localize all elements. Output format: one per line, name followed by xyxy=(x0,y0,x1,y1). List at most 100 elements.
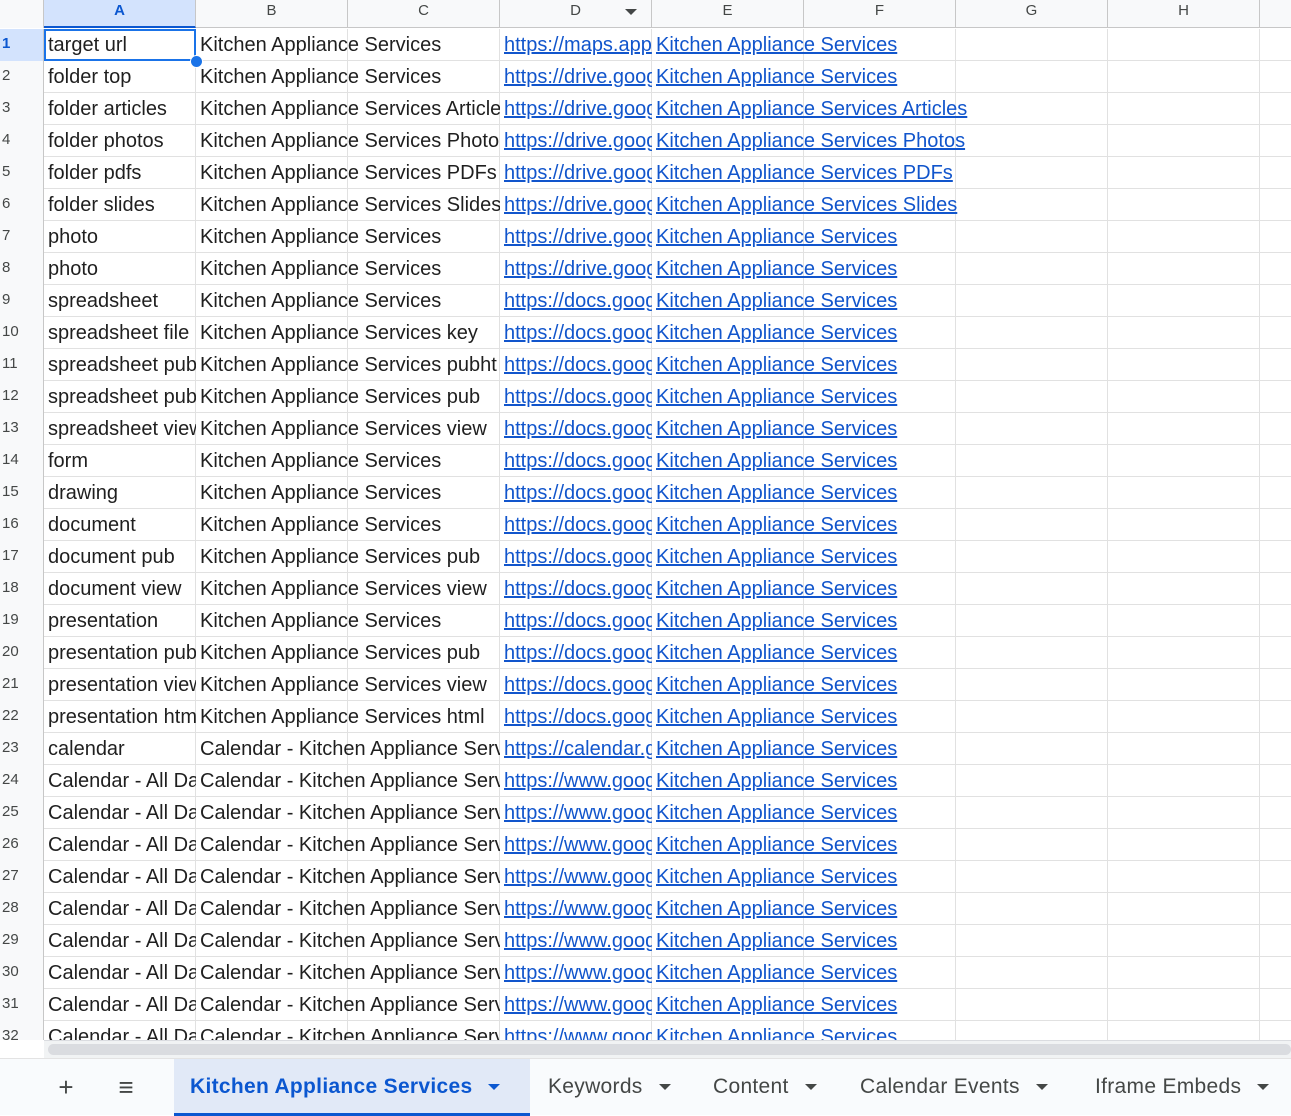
row-header[interactable]: 19 xyxy=(0,605,44,637)
tab-calendar-events[interactable]: Calendar Events xyxy=(844,1059,1078,1116)
cell-d-link[interactable]: https://www.goog xyxy=(500,893,652,925)
column-menu-icon[interactable] xyxy=(625,9,637,15)
cell-d-link[interactable]: https://www.goog xyxy=(500,957,652,989)
row-header[interactable]: 1 xyxy=(0,29,44,61)
cell-b[interactable]: Calendar - Kitchen Appliance Services xyxy=(196,765,500,797)
row-header[interactable]: 5 xyxy=(0,157,44,189)
cell-d-link[interactable]: https://docs.goog xyxy=(500,445,652,477)
cell-e-link[interactable]: Kitchen Appliance Services xyxy=(652,61,897,93)
cell-b[interactable]: Kitchen Appliance Services pub xyxy=(196,381,500,413)
cell-b[interactable]: Calendar - Kitchen Appliance Services xyxy=(196,925,500,957)
cell-e-link[interactable]: Kitchen Appliance Services Articles xyxy=(652,93,967,125)
cell-b[interactable]: Calendar - Kitchen Appliance Services xyxy=(196,829,500,861)
cell-d-link[interactable]: https://www.goog xyxy=(500,797,652,829)
row-header[interactable]: 26 xyxy=(0,829,44,861)
row-header[interactable]: 22 xyxy=(0,701,44,733)
cell-b[interactable]: Calendar - Kitchen Appliance Services xyxy=(196,861,500,893)
row-header[interactable]: 28 xyxy=(0,893,44,925)
cell-d-link[interactable]: https://www.goog xyxy=(500,989,652,1021)
cell-a[interactable]: spreadsheet file xyxy=(44,317,196,349)
chevron-down-icon[interactable] xyxy=(804,1084,817,1091)
cell-e-link[interactable]: Kitchen Appliance Services xyxy=(652,477,897,509)
tab-content[interactable]: Content xyxy=(697,1059,843,1116)
cell-e-link[interactable]: Kitchen Appliance Services xyxy=(652,573,897,605)
cell-a[interactable]: folder articles xyxy=(44,93,196,125)
chevron-down-icon[interactable] xyxy=(658,1084,671,1091)
cell-e-link[interactable]: Kitchen Appliance Services PDFs xyxy=(652,157,953,189)
column-header-c[interactable]: C xyxy=(348,0,500,28)
cell-a[interactable]: photo xyxy=(44,221,196,253)
cell-a[interactable]: spreadsheet pub xyxy=(44,381,196,413)
cell-d-link[interactable]: https://drive.goog xyxy=(500,253,652,285)
cell-b[interactable]: Kitchen Appliance Services xyxy=(196,605,500,637)
cell-d-link[interactable]: https://www.goog xyxy=(500,925,652,957)
cell-e-link[interactable]: Kitchen Appliance Services xyxy=(652,509,897,541)
row-header[interactable]: 27 xyxy=(0,861,44,893)
cell-b[interactable]: Kitchen Appliance Services key xyxy=(196,317,500,349)
cell-b[interactable]: Calendar - Kitchen Appliance Services xyxy=(196,989,500,1021)
chevron-down-icon[interactable] xyxy=(1035,1084,1048,1091)
column-header-h[interactable]: H xyxy=(1108,0,1260,28)
cell-e-link[interactable]: Kitchen Appliance Services xyxy=(652,221,897,253)
row-header[interactable]: 11 xyxy=(0,349,44,381)
cell-b[interactable]: Kitchen Appliance Services pub xyxy=(196,637,500,669)
cell-d-link[interactable]: https://docs.goog xyxy=(500,605,652,637)
column-header-f[interactable]: F xyxy=(804,0,956,28)
cell-a[interactable]: Calendar - All Day xyxy=(44,893,196,925)
horizontal-scrollbar[interactable] xyxy=(44,1040,1291,1058)
cell-e-link[interactable]: Kitchen Appliance Services xyxy=(652,285,897,317)
cell-b[interactable]: Kitchen Appliance Services Article xyxy=(196,93,500,125)
row-header[interactable]: 32 xyxy=(0,1021,44,1040)
cell-d-link[interactable]: https://www.goog xyxy=(500,765,652,797)
cell-b[interactable]: Kitchen Appliance Services xyxy=(196,221,500,253)
cell-e-link[interactable]: Kitchen Appliance Services xyxy=(652,893,897,925)
cell-a[interactable]: document pub xyxy=(44,541,196,573)
tab-kitchen-appliance-services[interactable]: Kitchen Appliance Services xyxy=(174,1059,530,1116)
cell-d-link[interactable]: https://docs.goog xyxy=(500,349,652,381)
cell-e-link[interactable]: Kitchen Appliance Services xyxy=(652,413,897,445)
cell-a[interactable]: Calendar - All Day xyxy=(44,765,196,797)
cell-d-link[interactable]: https://docs.goog xyxy=(500,285,652,317)
cell-b[interactable]: Kitchen Appliance Services Photo xyxy=(196,125,500,157)
scrollbar-thumb[interactable] xyxy=(48,1044,1291,1055)
cell-d-link[interactable]: https://www.goog xyxy=(500,1021,652,1040)
cell-e-link[interactable]: Kitchen Appliance Services xyxy=(652,349,897,381)
cell-d-link[interactable]: https://www.goog xyxy=(500,861,652,893)
cell-a[interactable]: spreadsheet xyxy=(44,285,196,317)
cell-d-link[interactable]: https://docs.goog xyxy=(500,381,652,413)
tab-keywords[interactable]: Keywords xyxy=(532,1059,696,1116)
cell-b[interactable]: Calendar - Kitchen Appliance Services xyxy=(196,1021,500,1040)
cell-b[interactable]: Kitchen Appliance Services xyxy=(196,253,500,285)
row-header[interactable]: 31 xyxy=(0,989,44,1021)
cell-a[interactable]: spreadsheet pub xyxy=(44,349,196,381)
cell-b[interactable]: Kitchen Appliance Services Slides xyxy=(196,189,500,221)
cell-a[interactable]: presentation view xyxy=(44,669,196,701)
cell-b[interactable]: Kitchen Appliance Services view xyxy=(196,669,500,701)
cell-b[interactable]: Kitchen Appliance Services html xyxy=(196,701,500,733)
column-header-g[interactable]: G xyxy=(956,0,1108,28)
cell-a[interactable]: Calendar - All Day xyxy=(44,989,196,1021)
cell-e-link[interactable]: Kitchen Appliance Services xyxy=(652,701,897,733)
cell-a[interactable]: Calendar - All Day xyxy=(44,1021,196,1040)
cell-a[interactable]: target url xyxy=(44,29,196,61)
cell-b[interactable]: Calendar - Kitchen Appliance Services xyxy=(196,733,500,765)
cell-a[interactable]: Calendar - All Day xyxy=(44,829,196,861)
row-header[interactable]: 4 xyxy=(0,125,44,157)
cell-a[interactable]: Calendar - All Day xyxy=(44,861,196,893)
cell-a[interactable]: folder photos xyxy=(44,125,196,157)
row-header[interactable]: 14 xyxy=(0,445,44,477)
row-header[interactable]: 24 xyxy=(0,765,44,797)
plus-icon[interactable]: + xyxy=(46,1067,86,1107)
row-header[interactable]: 9 xyxy=(0,285,44,317)
cell-e-link[interactable]: Kitchen Appliance Services Photos xyxy=(652,125,965,157)
row-header[interactable]: 30 xyxy=(0,957,44,989)
cell-d-link[interactable]: https://drive.goog xyxy=(500,93,652,125)
cell-e-link[interactable]: Kitchen Appliance Services xyxy=(652,989,897,1021)
cell-a[interactable]: calendar xyxy=(44,733,196,765)
cell-a[interactable]: Calendar - All Day xyxy=(44,957,196,989)
cell-b[interactable]: Kitchen Appliance Services xyxy=(196,285,500,317)
tab-iframe-embeds[interactable]: Iframe Embeds xyxy=(1079,1059,1291,1116)
row-header[interactable]: 17 xyxy=(0,541,44,573)
cell-d-link[interactable]: https://docs.goog xyxy=(500,701,652,733)
column-header-b[interactable]: B xyxy=(196,0,348,28)
